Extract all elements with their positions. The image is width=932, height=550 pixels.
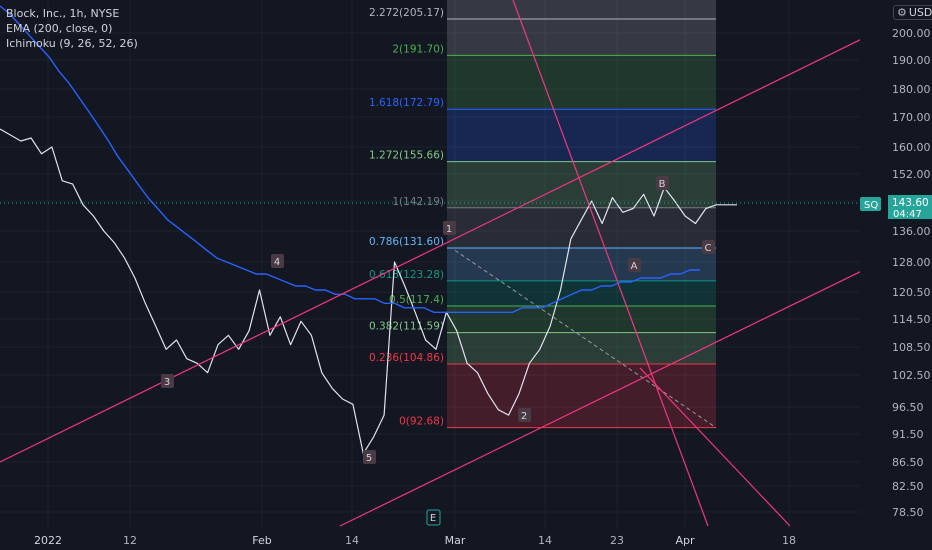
bar-countdown: 04:47: [893, 209, 922, 220]
fib-level-label: 1.618(172.79): [369, 97, 444, 109]
time-tick-label: 12: [123, 534, 137, 547]
svg-text:E: E: [430, 513, 436, 524]
chart-stage[interactable]: 0(92.68) 0.236(104.86) 0.382(111.59) 0.5(11…: [0, 0, 932, 550]
price-tick-label: 170.00: [892, 111, 931, 124]
fib-zone: [447, 305, 716, 333]
fib-zone: [447, 332, 716, 364]
svg-text:C: C: [705, 243, 712, 254]
price-tick-label: 180.00: [892, 83, 931, 96]
price-axis[interactable]: 78.50 82.50 86.50 91.50 96.50 102.50 108.50 114…: [860, 0, 932, 530]
wave-label-B[interactable]: B: [656, 176, 669, 190]
currency-label: USD: [908, 6, 932, 19]
price-tick-label: 190.00: [892, 54, 931, 67]
wave-label-2[interactable]: 2: [518, 408, 531, 422]
fib-zone: [447, 0, 716, 20]
gear-icon: ⚙: [897, 6, 907, 19]
price-tick-label: 86.50: [892, 456, 924, 469]
time-tick-label: 14: [538, 534, 552, 547]
time-tick-label: 18: [782, 534, 796, 547]
price-tick-label: 160.00: [892, 141, 931, 154]
price-tick-label: 114.50: [892, 313, 931, 326]
time-tick-label: Mar: [445, 534, 466, 547]
time-tick-label: 23: [610, 534, 624, 547]
fib-zone: [447, 55, 716, 110]
price-tick-label: 120.50: [892, 286, 931, 299]
price-tick-label: 200.00: [892, 27, 931, 40]
price-tick-label: 102.50: [892, 369, 931, 382]
grid: [0, 0, 860, 530]
fib-level-label: 0.382(111.59): [369, 321, 444, 333]
symbol-label: SQ: [864, 200, 878, 211]
svg-text:A: A: [631, 261, 638, 272]
last-price-value: 143.60: [892, 197, 929, 209]
fib-level-label: 2(191.70): [392, 43, 444, 55]
fib-level-label: 0.786(131.60): [369, 236, 444, 248]
fib-level-label: 1(142.19): [392, 196, 444, 208]
price-tick-label: 91.50: [892, 428, 924, 441]
price-tick-label: 96.50: [892, 401, 924, 414]
symbol-title[interactable]: Block, Inc., 1h, NYSE: [6, 6, 138, 21]
price-tick-label: 136.00: [892, 225, 931, 238]
price-tick-label: 152.00: [892, 168, 931, 181]
svg-text:1: 1: [446, 224, 452, 235]
currency-button[interactable]: ⚙ USD: [893, 5, 932, 20]
price-tick-label: 128.00: [892, 256, 931, 269]
fib-level-label: 0(92.68): [399, 416, 444, 428]
svg-text:5: 5: [366, 453, 372, 464]
wave-label-A[interactable]: A: [628, 258, 641, 272]
price-tick-label: 78.50: [892, 506, 924, 519]
wave-label-3[interactable]: 3: [161, 374, 174, 388]
price-tick-label: 82.50: [892, 480, 924, 493]
fib-level-label: 1.272(155.66): [369, 150, 444, 162]
wave-label-C[interactable]: C: [702, 240, 715, 254]
fib-zone: [447, 363, 716, 428]
trend-lines[interactable]: [0, 0, 880, 527]
price-tick-label: 108.50: [892, 341, 931, 354]
wave-label-1[interactable]: 1: [443, 221, 456, 235]
svg-text:2: 2: [521, 411, 527, 422]
wave-label-5[interactable]: 5: [363, 450, 376, 464]
time-tick-label: Apr: [675, 534, 695, 547]
fib-zone: [447, 19, 716, 56]
chart-legend: Block, Inc., 1h, NYSE EMA (200, close, 0…: [6, 6, 138, 51]
time-tick-label: 2022: [34, 534, 62, 547]
fib-zone: [447, 109, 716, 162]
svg-text:3: 3: [164, 377, 170, 388]
fib-zone: [447, 207, 716, 249]
time-axis[interactable]: 2022 12 Feb 14 Mar 14 23 Apr 18: [0, 530, 932, 550]
svg-text:B: B: [659, 179, 666, 190]
fib-level-label: 2.272(205.17): [369, 7, 444, 19]
fib-zone: [447, 248, 716, 281]
trend-line[interactable]: [0, 30, 880, 463]
ema-indicator-label[interactable]: EMA (200, close, 0): [6, 21, 138, 36]
svg-text:4: 4: [274, 257, 280, 268]
fibonacci-extension[interactable]: 0(92.68)0.236(104.86)0.382(111.59)0.5(11…: [369, 0, 717, 429]
wave-label-4[interactable]: 4: [271, 254, 284, 268]
ichimoku-indicator-label[interactable]: Ichimoku (9, 26, 52, 26): [6, 36, 138, 51]
fib-zone: [447, 280, 716, 306]
time-tick-label: Feb: [252, 534, 271, 547]
time-tick-label: 14: [345, 534, 359, 547]
price-chart[interactable]: 0(92.68)0.236(104.86)0.382(111.59)0.5(11…: [0, 0, 932, 550]
fib-level-label: 0.236(104.86): [369, 352, 444, 364]
